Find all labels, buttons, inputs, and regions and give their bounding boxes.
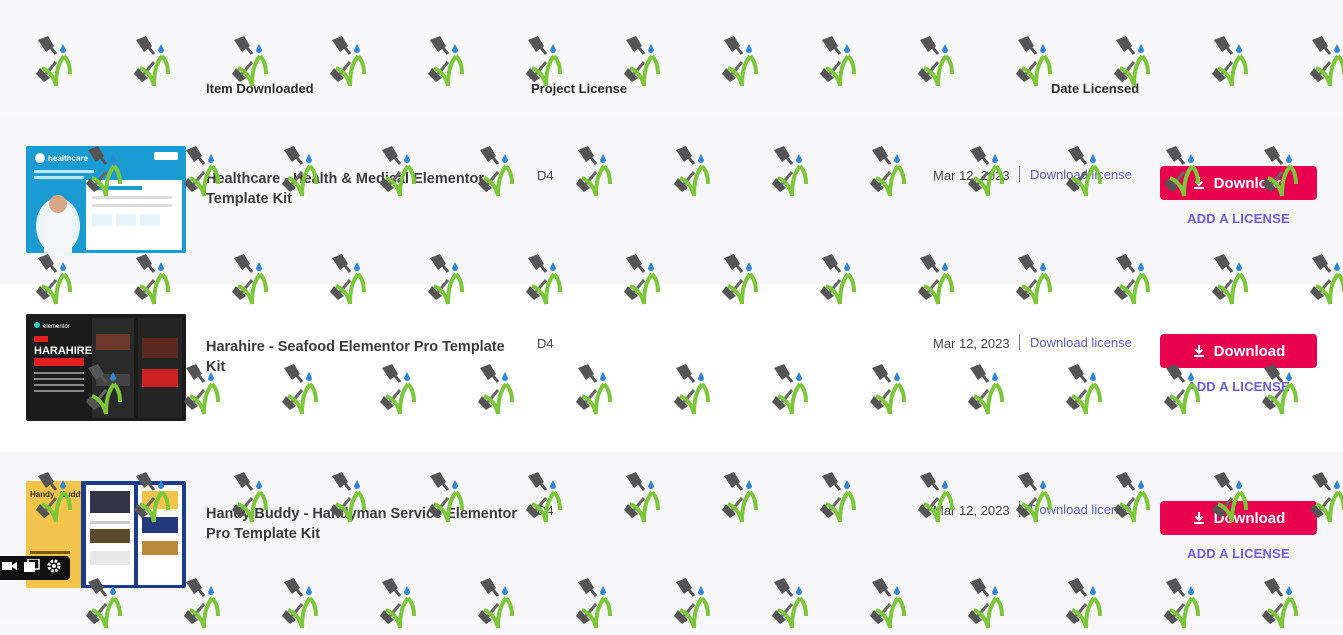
download-button-label: Download: [1213, 174, 1286, 192]
add-license-link[interactable]: ADD A LICENSE: [1160, 379, 1317, 394]
item-title[interactable]: Healthcare - Health & Medical Elementor …: [206, 169, 521, 209]
download-button-label: Download: [1213, 342, 1286, 360]
separator: [1019, 501, 1020, 517]
copy-icon[interactable]: [24, 557, 40, 578]
separator: [1019, 166, 1020, 182]
download-button-label: Download: [1213, 509, 1286, 527]
svg-text:HARAHIRE: HARAHIRE: [34, 345, 92, 357]
add-license-link[interactable]: ADD A LICENSE: [1160, 546, 1317, 561]
svg-text:elementor: elementor: [43, 324, 70, 330]
column-header-license: Project License: [531, 81, 628, 96]
date-licensed: Mar 12, 2023: [933, 503, 1010, 518]
table-row: Handy Buddy Handy Buddy - Handyman Servi…: [0, 452, 1343, 620]
column-header-item: Item Downloaded: [206, 81, 314, 96]
download-icon: [1193, 345, 1204, 357]
license-code: D4: [537, 336, 554, 351]
add-license-link[interactable]: ADD A LICENSE: [1160, 211, 1317, 226]
download-license-link[interactable]: Download license: [1030, 502, 1132, 517]
column-header-date: Date Licensed: [1051, 81, 1140, 96]
download-icon: [1193, 512, 1204, 524]
table-row: elementor HARAHIRE Harahire - Seafood El…: [0, 284, 1343, 452]
download-icon: [1193, 177, 1204, 189]
date-licensed: Mar 12, 2023: [933, 336, 1010, 351]
floating-toolbar: [0, 556, 70, 580]
separator: [1019, 334, 1020, 350]
license-code: D4: [537, 503, 554, 518]
date-licensed: Mar 12, 2023: [933, 168, 1010, 183]
svg-text:Handy: Handy: [30, 490, 55, 499]
download-button[interactable]: Download: [1160, 501, 1317, 535]
download-license-link[interactable]: Download license: [1030, 167, 1132, 182]
item-title[interactable]: Harahire - Seafood Elementor Pro Templat…: [206, 337, 521, 377]
download-button[interactable]: Download: [1160, 334, 1317, 368]
svg-text:healthcare: healthcare: [48, 154, 89, 163]
item-thumbnail[interactable]: healthcare: [26, 146, 186, 253]
item-title[interactable]: Handy Buddy - Handyman Service Elementor…: [206, 504, 521, 544]
table-header: Item Downloaded Project License Date Lic…: [0, 0, 1343, 116]
license-code: D4: [537, 168, 554, 183]
video-camera-icon[interactable]: [2, 559, 18, 577]
table-row: healthcare Healthcare - Health & Medical…: [0, 116, 1343, 284]
download-button[interactable]: Download: [1160, 166, 1317, 200]
item-thumbnail[interactable]: elementor HARAHIRE: [26, 314, 186, 421]
gear-icon[interactable]: [46, 558, 62, 579]
download-license-link[interactable]: Download license: [1030, 335, 1132, 350]
